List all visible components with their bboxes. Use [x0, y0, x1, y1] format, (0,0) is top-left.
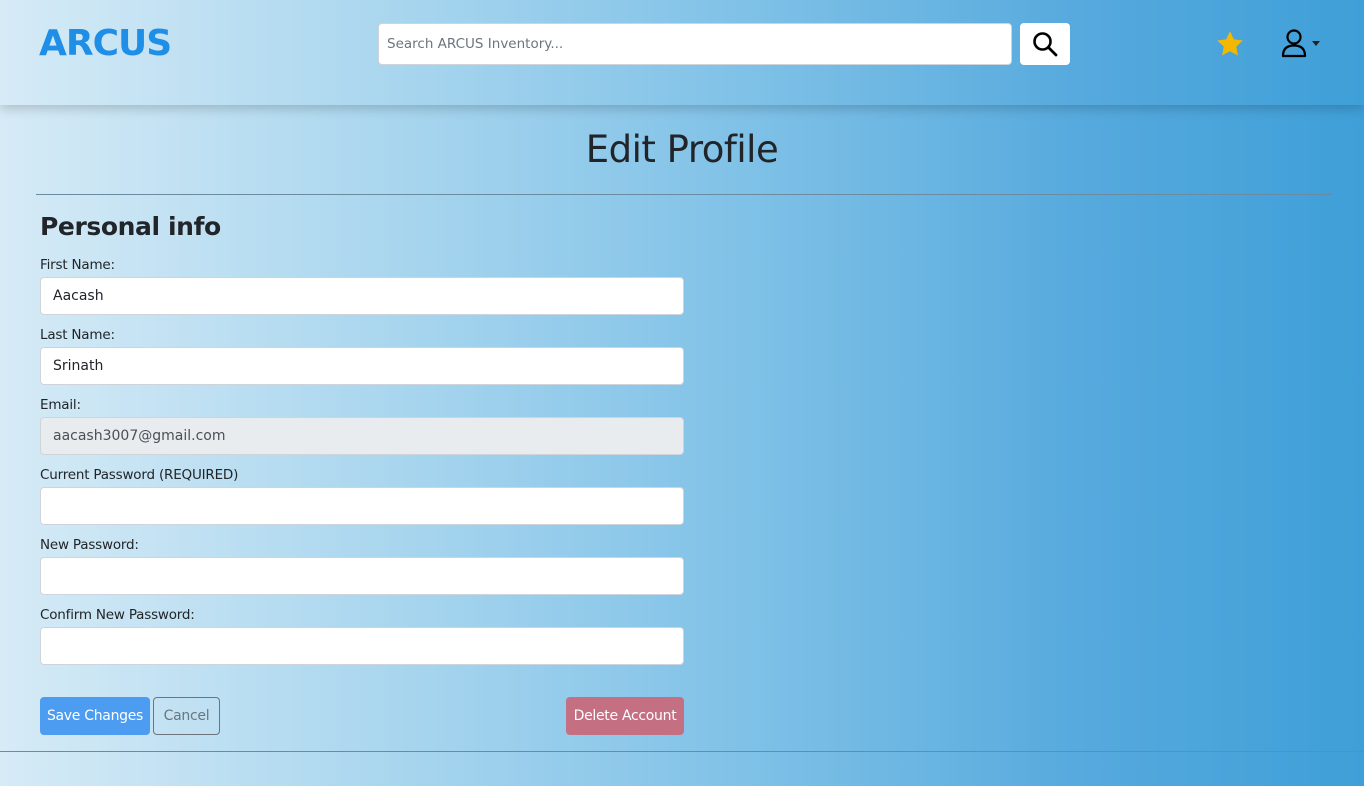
title-divider: [36, 194, 1332, 195]
last-name-label: Last Name:: [40, 327, 115, 343]
new-password-label: New Password:: [40, 537, 139, 553]
user-icon: [1281, 29, 1307, 58]
first-name-label: First Name:: [40, 257, 115, 273]
page-title: Edit Profile: [585, 128, 779, 171]
first-name-field[interactable]: [40, 277, 684, 315]
new-password-field[interactable]: [40, 557, 684, 595]
favorites-star-icon[interactable]: [1215, 29, 1245, 59]
delete-account-button[interactable]: Delete Account: [566, 697, 684, 735]
current-password-field[interactable]: [40, 487, 684, 525]
confirm-password-field[interactable]: [40, 627, 684, 665]
current-password-label: Current Password (REQUIRED): [40, 467, 239, 483]
email-field: [40, 417, 684, 455]
cancel-button[interactable]: Cancel: [153, 697, 220, 735]
section-heading: Personal info: [40, 212, 221, 241]
email-label: Email:: [40, 397, 81, 413]
last-name-field[interactable]: [40, 347, 684, 385]
search-button[interactable]: [1020, 23, 1070, 65]
account-menu-toggle[interactable]: [1280, 28, 1324, 60]
arcus-logo[interactable]: ARCUS: [39, 24, 172, 64]
confirm-password-label: Confirm New Password:: [40, 607, 195, 623]
search-icon: [1033, 32, 1058, 57]
chevron-down-icon: [1312, 41, 1320, 46]
search-input[interactable]: [378, 23, 1012, 65]
footer-divider: [0, 751, 1364, 752]
top-navbar: ARCUS: [0, 0, 1364, 105]
save-changes-button[interactable]: Save Changes: [40, 697, 150, 735]
